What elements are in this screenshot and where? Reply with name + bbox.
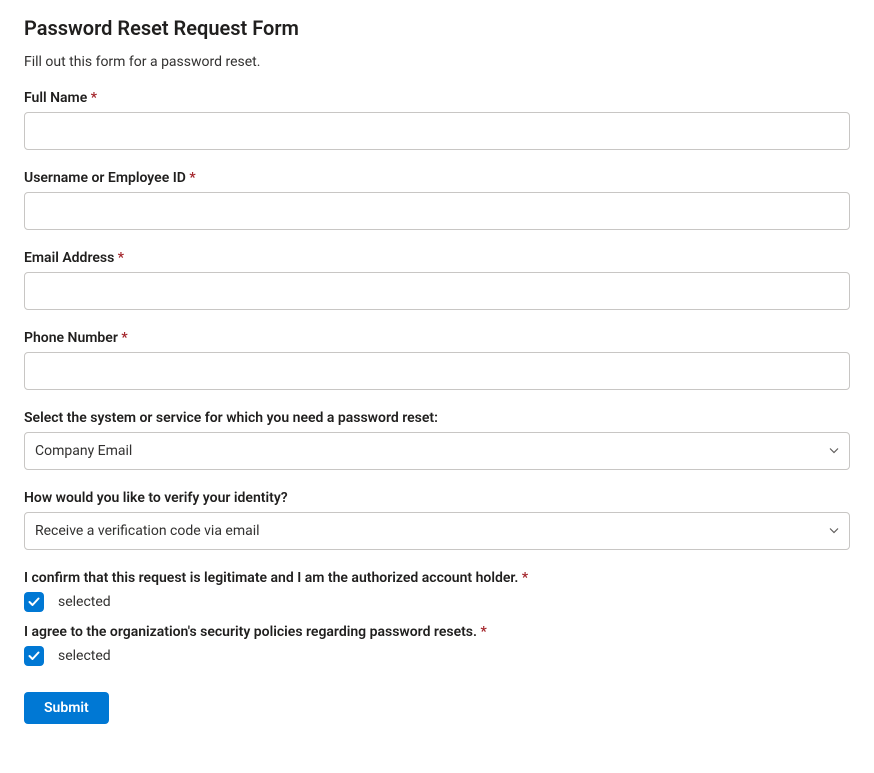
label-text: I agree to the organization's security p… <box>24 624 477 640</box>
check-icon <box>27 649 41 663</box>
agree-label: I agree to the organization's security p… <box>24 624 850 640</box>
system-select[interactable]: Company Email <box>24 432 850 470</box>
confirm-label: I confirm that this request is legitimat… <box>24 570 850 586</box>
phone-label: Phone Number * <box>24 330 850 346</box>
label-text: Full Name <box>24 90 87 106</box>
submit-button[interactable]: Submit <box>24 692 109 724</box>
verify-selected-value: Receive a verification code via email <box>35 523 260 539</box>
agree-checkbox[interactable] <box>24 646 44 666</box>
verify-label: How would you like to verify your identi… <box>24 490 850 506</box>
confirm-state: selected <box>58 594 111 610</box>
label-text: Phone Number <box>24 330 118 346</box>
confirm-checkbox[interactable] <box>24 592 44 612</box>
agree-state: selected <box>58 648 111 664</box>
required-marker: * <box>91 90 97 106</box>
username-input[interactable] <box>24 192 850 230</box>
username-label: Username or Employee ID * <box>24 170 850 186</box>
verify-select[interactable]: Receive a verification code via email <box>24 512 850 550</box>
page-title: Password Reset Request Form <box>24 16 850 40</box>
required-marker: * <box>480 624 486 640</box>
required-marker: * <box>522 570 528 586</box>
system-label: Select the system or service for which y… <box>24 410 850 426</box>
system-selected-value: Company Email <box>35 443 132 459</box>
required-marker: * <box>189 170 195 186</box>
full-name-label: Full Name * <box>24 90 850 106</box>
check-icon <box>27 595 41 609</box>
full-name-input[interactable] <box>24 112 850 150</box>
label-text: I confirm that this request is legitimat… <box>24 570 518 586</box>
label-text: Email Address <box>24 250 114 266</box>
label-text: Username or Employee ID <box>24 170 186 186</box>
required-marker: * <box>118 250 124 266</box>
phone-input[interactable] <box>24 352 850 390</box>
email-input[interactable] <box>24 272 850 310</box>
required-marker: * <box>121 330 127 346</box>
page-subtitle: Fill out this form for a password reset. <box>24 54 850 70</box>
email-label: Email Address * <box>24 250 850 266</box>
